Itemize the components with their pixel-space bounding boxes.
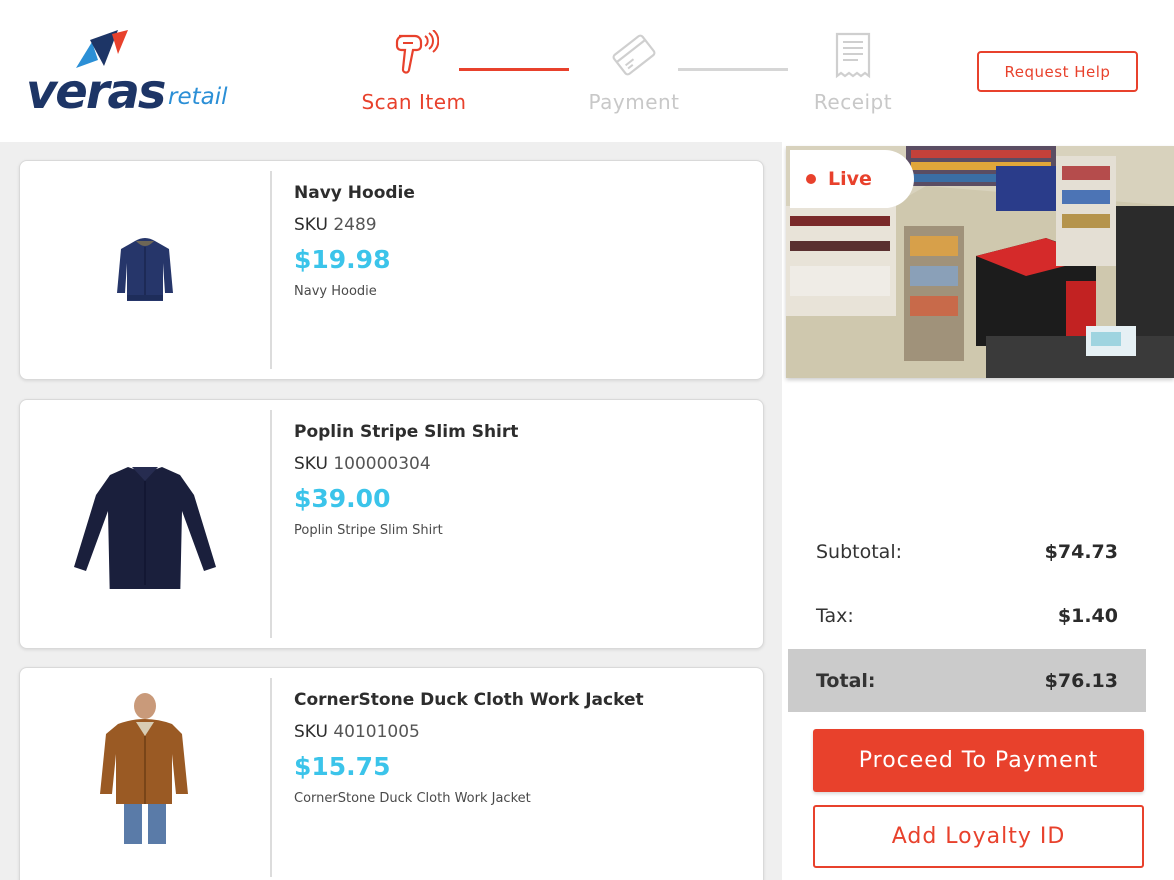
- step-scan-item: Scan Item: [339, 30, 489, 114]
- item-price: $19.98: [294, 245, 391, 274]
- item-sku: SKU 40101005: [294, 722, 420, 742]
- receipt-icon: [835, 32, 871, 79]
- item-name: Poplin Stripe Slim Shirt: [294, 422, 519, 442]
- item-sku: SKU 100000304: [294, 454, 431, 474]
- step-label: Scan Item: [361, 90, 467, 114]
- subtotal-row: Subtotal: $74.73: [788, 522, 1146, 582]
- item-description: CornerStone Duck Cloth Work Jacket: [294, 791, 531, 806]
- live-indicator: Live: [790, 150, 914, 208]
- barcode-scanner-icon: [395, 30, 439, 74]
- item-divider: [270, 171, 272, 369]
- total-value: $76.13: [1044, 669, 1118, 692]
- checkout-panel: Live Subtotal: $74.73 Tax: $1.40 Total: …: [782, 142, 1174, 880]
- list-item[interactable]: Poplin Stripe Slim Shirt SKU 100000304 $…: [19, 399, 764, 649]
- item-sku: SKU 2489: [294, 215, 377, 235]
- total-label: Total:: [816, 669, 876, 692]
- tax-value: $1.40: [1057, 605, 1118, 627]
- item-name: Navy Hoodie: [294, 183, 415, 203]
- step-receipt: Receipt: [778, 30, 928, 114]
- step-connector-active: [459, 68, 569, 71]
- shirt-image: [20, 400, 270, 648]
- scanned-items-list[interactable]: Navy Hoodie SKU 2489 $19.98 Navy Hoodie …: [0, 142, 782, 880]
- logo-subtext: retail: [168, 84, 228, 110]
- item-divider: [270, 410, 272, 638]
- header: veras retail Scan Item Payment Receipt R…: [0, 0, 1174, 142]
- item-description: Navy Hoodie: [294, 284, 377, 299]
- veras-retail-logo: veras retail: [26, 28, 236, 123]
- subtotal-value: $74.73: [1044, 541, 1118, 563]
- step-label: Payment: [588, 90, 680, 114]
- item-divider: [270, 678, 272, 877]
- item-name: CornerStone Duck Cloth Work Jacket: [294, 690, 644, 710]
- live-label: Live: [828, 168, 872, 190]
- live-dot-icon: [806, 174, 816, 184]
- list-item[interactable]: Navy Hoodie SKU 2489 $19.98 Navy Hoodie: [19, 160, 764, 380]
- logo-wordmark: veras: [26, 64, 166, 120]
- request-help-button[interactable]: Request Help: [977, 51, 1138, 92]
- credit-card-icon: [612, 34, 656, 76]
- step-payment: Payment: [559, 30, 709, 114]
- step-label: Receipt: [813, 90, 893, 114]
- tax-row: Tax: $1.40: [788, 586, 1146, 646]
- jacket-image: [20, 668, 270, 868]
- subtotal-label: Subtotal:: [816, 541, 903, 563]
- total-row: Total: $76.13: [788, 649, 1146, 712]
- step-connector-inactive: [678, 68, 788, 71]
- hoodie-image: [20, 161, 270, 379]
- add-loyalty-id-button[interactable]: Add Loyalty ID: [813, 805, 1144, 868]
- tax-label: Tax:: [816, 605, 854, 627]
- live-camera-feed: Live: [786, 146, 1174, 378]
- item-description: Poplin Stripe Slim Shirt: [294, 523, 443, 538]
- list-item[interactable]: CornerStone Duck Cloth Work Jacket SKU 4…: [19, 667, 764, 880]
- item-price: $39.00: [294, 484, 391, 513]
- proceed-to-payment-button[interactable]: Proceed To Payment: [813, 729, 1144, 792]
- item-price: $15.75: [294, 752, 391, 781]
